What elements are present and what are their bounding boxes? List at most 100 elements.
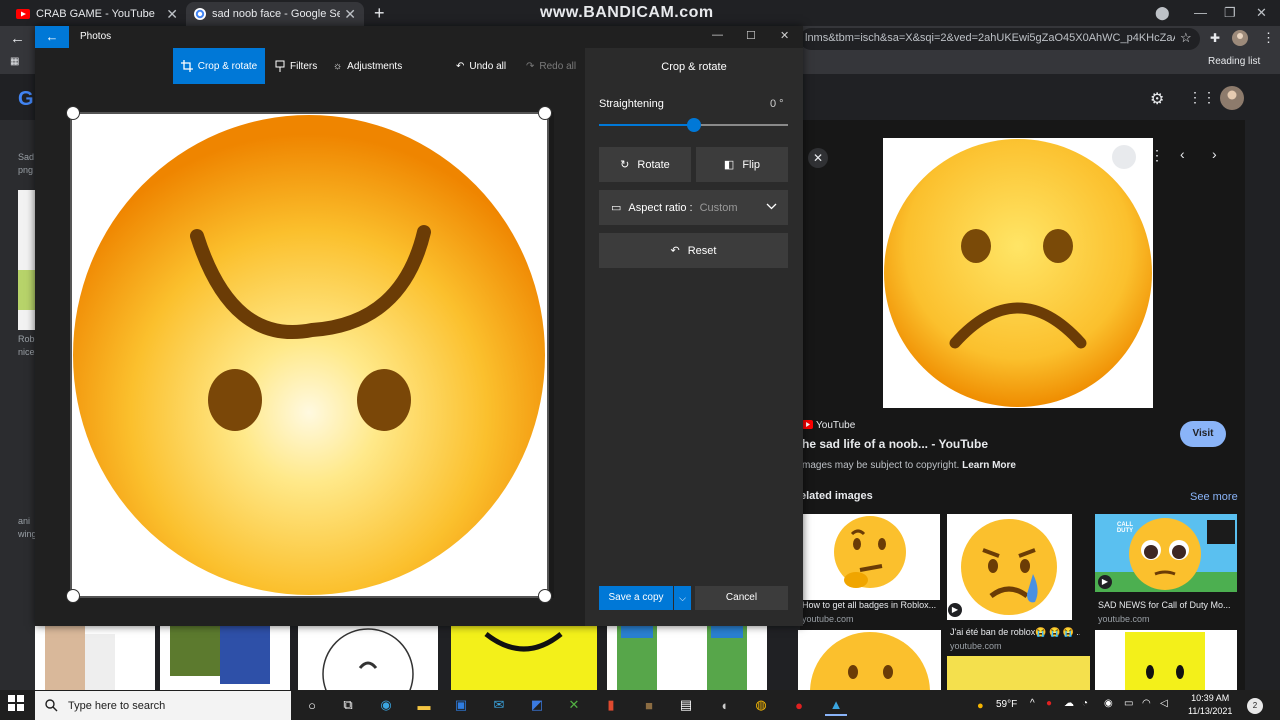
crop-handle-top-right[interactable]	[538, 106, 552, 120]
save-copy-button[interactable]: Save a copy	[599, 586, 673, 610]
close-window-icon[interactable]: ✕	[1256, 5, 1267, 21]
close-tab-icon[interactable]: ✕	[166, 6, 178, 23]
result-thumbnail[interactable]	[160, 624, 290, 690]
taskbar-search-box[interactable]: Type here to search	[35, 691, 291, 720]
account-avatar[interactable]	[1220, 86, 1244, 110]
reading-list[interactable]: Reading list	[1208, 56, 1260, 67]
cancel-button[interactable]: Cancel	[695, 586, 788, 610]
photos-minimize-icon[interactable]: —	[712, 29, 723, 41]
next-icon[interactable]: ›	[1212, 146, 1217, 162]
profile-download-icon[interactable]: ⬤	[1155, 5, 1170, 21]
taskbar-clock[interactable]: 10:39 AM 11/13/2021	[1188, 692, 1232, 718]
mail-icon[interactable]: ✉	[488, 694, 510, 716]
google-apps-icon[interactable]: ⋮⋮	[1188, 89, 1216, 106]
windows-start-icon[interactable]	[8, 695, 24, 711]
google-logo[interactable]: G	[18, 88, 34, 111]
minecraft-icon[interactable]: ■	[638, 694, 660, 716]
rotate-button[interactable]: ↻ Rotate	[599, 147, 691, 182]
cortana-icon[interactable]: ○	[301, 694, 323, 716]
tray-app-icon[interactable]: ◉	[1104, 698, 1113, 709]
volume-icon[interactable]: ◁	[1160, 698, 1168, 709]
tray-app-icon[interactable]: ☁	[1064, 698, 1074, 709]
close-tab-icon[interactable]: ✕	[344, 6, 356, 23]
crop-handle-bottom-left[interactable]	[66, 589, 80, 603]
reset-button[interactable]: ↶ Reset	[599, 233, 788, 268]
related-image-crying[interactable]	[947, 514, 1072, 620]
related-source: youtube.com	[802, 614, 854, 624]
weather-temperature[interactable]: 59°F	[996, 699, 1017, 710]
avatar[interactable]	[1232, 30, 1248, 46]
xbox-icon[interactable]: ✕	[563, 694, 585, 716]
adjustments-tab[interactable]: ☼ Adjustments	[333, 48, 402, 84]
photos-close-icon[interactable]: ✕	[780, 29, 789, 42]
apps-grid-icon[interactable]: ▦	[10, 56, 19, 67]
see-more-link[interactable]: See more	[1190, 491, 1238, 503]
related-image[interactable]	[947, 656, 1090, 690]
roblox-figure-image	[45, 624, 115, 690]
kebab-menu-icon[interactable]: ⋮	[1262, 30, 1275, 46]
tab-google-search[interactable]: sad noob face - Google Search ✕	[186, 2, 364, 26]
flip-button[interactable]: ◧ Flip	[696, 147, 788, 182]
edge-icon[interactable]: ◉	[375, 694, 397, 716]
result-label: ani	[18, 516, 31, 526]
photos-back-arrow-icon[interactable]: ←	[35, 26, 69, 48]
notification-badge[interactable]: 2	[1247, 698, 1263, 714]
mouse-app-icon[interactable]: ◖	[713, 694, 735, 716]
redo-all-button[interactable]: ↷ Redo all	[526, 48, 576, 84]
tray-record-icon[interactable]: ●	[1046, 698, 1052, 709]
star-icon[interactable]: ☆	[1180, 30, 1192, 46]
epic-games-icon[interactable]: ▤	[675, 694, 697, 716]
related-image[interactable]	[798, 630, 941, 690]
save-options-chevron-icon[interactable]: ⌵	[673, 586, 691, 610]
filters-tab[interactable]: Filters	[275, 48, 317, 84]
close-preview-icon[interactable]: ✕	[808, 148, 828, 168]
more-options-icon[interactable]: ⋮	[1150, 147, 1164, 164]
sketch-face-image	[322, 628, 414, 690]
show-hidden-icons-icon[interactable]: ^	[1030, 698, 1035, 709]
photos-maximize-icon[interactable]: ☐	[746, 29, 756, 42]
result-thumbnail[interactable]	[18, 270, 35, 310]
crop-image-frame[interactable]	[70, 112, 549, 598]
undo-all-button[interactable]: ↶ Undo all	[456, 48, 506, 84]
office-icon[interactable]: ▮	[600, 694, 622, 716]
settings-gear-icon[interactable]: ⚙	[1150, 89, 1164, 109]
result-label: png	[18, 165, 34, 175]
photos-taskbar-icon[interactable]: ▲	[825, 694, 847, 716]
aspect-ratio-dropdown[interactable]: ▭ Aspect ratio : Custom	[599, 190, 788, 225]
back-arrow-icon[interactable]: ←	[10, 30, 25, 47]
result-label: Rob	[18, 334, 35, 344]
previous-icon[interactable]: ‹	[1180, 146, 1185, 162]
file-explorer-icon[interactable]: ▬	[413, 694, 435, 716]
extensions-icon[interactable]: ✚	[1210, 31, 1220, 45]
result-thumbnail[interactable]	[298, 624, 438, 690]
related-caption[interactable]: How to get all badges in Roblox...	[802, 600, 942, 610]
bandicam-icon[interactable]: ●	[788, 694, 810, 716]
result-thumbnail[interactable]	[607, 624, 767, 690]
tray-app-icon[interactable]: ◔	[1082, 698, 1088, 709]
crop-rotate-tab[interactable]: Crop & rotate	[173, 48, 265, 84]
app-icon[interactable]: ◩	[526, 694, 548, 716]
result-thumbnail[interactable]	[451, 624, 597, 690]
preview-image[interactable]	[883, 138, 1153, 408]
related-caption[interactable]: J'ai été ban de roblox😭 😭 😭 ...	[950, 627, 1080, 638]
network-icon[interactable]: ◠	[1142, 698, 1151, 709]
related-image[interactable]	[1095, 630, 1237, 690]
related-caption[interactable]: SAD NEWS for Call of Duty Mo...	[1098, 600, 1238, 610]
result-title[interactable]: he sad life of a noob... - YouTube	[802, 437, 988, 451]
lens-search-icon[interactable]	[1112, 145, 1136, 169]
battery-icon[interactable]: ▭	[1124, 698, 1133, 709]
new-tab-icon[interactable]: +	[374, 3, 385, 24]
task-view-icon[interactable]: ⧉	[337, 694, 359, 716]
visit-button[interactable]: Visit	[1180, 421, 1226, 447]
store-icon[interactable]: ▣	[450, 694, 472, 716]
minimize-icon[interactable]: —	[1194, 5, 1207, 20]
related-image-thinking[interactable]	[802, 514, 940, 600]
maximize-icon[interactable]: ❐	[1224, 5, 1236, 21]
crop-handle-bottom-right[interactable]	[538, 589, 552, 603]
straightening-slider-thumb[interactable]	[686, 118, 701, 132]
chrome-icon[interactable]: ◍	[750, 694, 772, 716]
crop-handle-top-left[interactable]	[66, 106, 80, 120]
learn-more-link[interactable]: Learn More	[962, 460, 1016, 471]
result-thumbnail[interactable]	[35, 624, 155, 690]
tab-youtube[interactable]: CRAB GAME - YouTube ✕	[8, 2, 186, 26]
